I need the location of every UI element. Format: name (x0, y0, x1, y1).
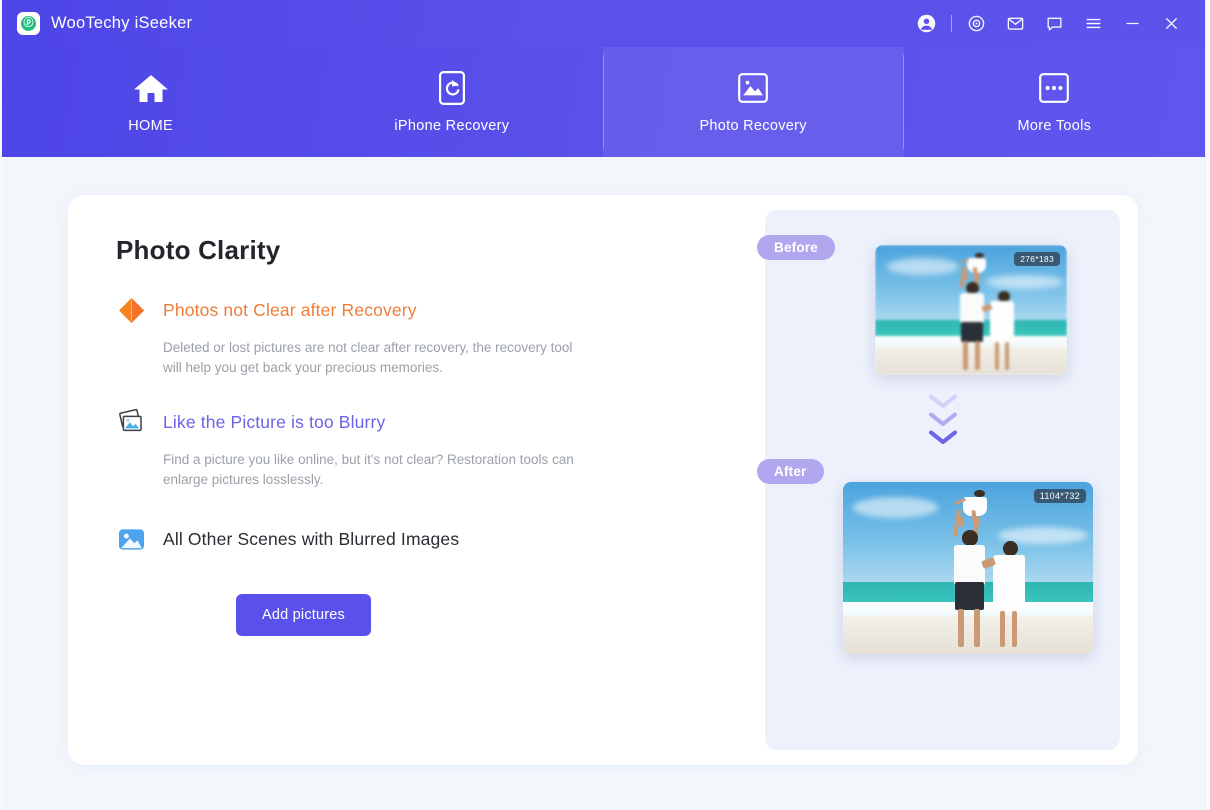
features-pane: Photo Clarity Photos not Clear after Rec… (116, 235, 736, 636)
after-photo: 1104*732 (843, 482, 1093, 654)
feature-header: All Other Scenes with Blurred Images (116, 524, 736, 554)
feature-title: Like the Picture is too Blurry (163, 412, 385, 433)
transform-arrows (765, 393, 1120, 446)
feature-header: Like the Picture is too Blurry (116, 407, 736, 437)
chevron-down-icon (928, 411, 958, 428)
nav-tabs: HOME iPhone Recovery Photo Recovery (0, 47, 1205, 157)
feature-title: Photos not Clear after Recovery (163, 300, 417, 321)
titlebar-actions (907, 0, 1191, 47)
preview-pane: Before After (765, 210, 1120, 750)
app-logo-glyph: ⓟ (21, 16, 36, 31)
window-right-edge (1205, 0, 1210, 810)
tab-more-tools[interactable]: More Tools (904, 47, 1205, 157)
mail-icon[interactable] (996, 4, 1035, 44)
page-title: Photo Clarity (116, 235, 736, 266)
phone-refresh-icon (439, 71, 465, 105)
feature-title: All Other Scenes with Blurred Images (163, 529, 459, 550)
feature-description: Find a picture you like online, but it's… (163, 450, 593, 490)
app-logo-icon: ⓟ (17, 12, 40, 35)
content-card: Photo Clarity Photos not Clear after Rec… (68, 195, 1138, 765)
stacked-photos-icon (116, 407, 146, 437)
tab-iphone-recovery-label: iPhone Recovery (394, 118, 509, 134)
before-resolution-badge: 276*183 (1014, 252, 1060, 266)
app-window: ⓟ WooTechy iSeeker (0, 0, 1210, 810)
before-photo: 276*183 (875, 245, 1067, 375)
more-dots-icon (1039, 71, 1069, 105)
feature-item: All Other Scenes with Blurred Images (116, 524, 736, 554)
chat-icon[interactable] (1035, 4, 1074, 44)
chevron-down-icon (928, 393, 958, 410)
chevron-down-icon (928, 429, 958, 446)
account-icon[interactable] (907, 4, 946, 44)
after-photo-scene (843, 482, 1093, 654)
title-bar: ⓟ WooTechy iSeeker (0, 0, 1205, 47)
after-resolution-badge: 1104*732 (1034, 489, 1086, 503)
blue-image-icon (116, 524, 146, 554)
feature-item: Like the Picture is too Blurry Find a pi… (116, 407, 736, 490)
before-badge: Before (757, 235, 835, 260)
tab-home[interactable]: HOME (0, 47, 301, 157)
window-left-edge (0, 0, 2, 810)
menu-icon[interactable] (1074, 4, 1113, 44)
tab-iphone-recovery[interactable]: iPhone Recovery (301, 47, 602, 157)
after-badge: After (757, 459, 824, 484)
tab-more-tools-label: More Tools (1018, 118, 1092, 134)
tab-home-label: HOME (128, 118, 173, 134)
home-icon (132, 71, 170, 105)
target-icon[interactable] (957, 4, 996, 44)
titlebar-divider (951, 15, 952, 32)
brand: ⓟ WooTechy iSeeker (0, 12, 192, 35)
feature-description: Deleted or lost pictures are not clear a… (163, 338, 593, 378)
feature-header: Photos not Clear after Recovery (116, 295, 736, 325)
tab-photo-recovery[interactable]: Photo Recovery (603, 47, 904, 157)
feature-item: Photos not Clear after Recovery Deleted … (116, 295, 736, 378)
window-title: WooTechy iSeeker (51, 14, 192, 33)
image-frame-icon (738, 71, 768, 105)
close-icon[interactable] (1152, 4, 1191, 44)
orange-diamond-icon (116, 295, 146, 325)
tab-photo-recovery-label: Photo Recovery (699, 118, 806, 134)
add-pictures-button[interactable]: Add pictures (236, 594, 371, 636)
minimize-icon[interactable] (1113, 4, 1152, 44)
cta-row: Add pictures (236, 594, 736, 636)
